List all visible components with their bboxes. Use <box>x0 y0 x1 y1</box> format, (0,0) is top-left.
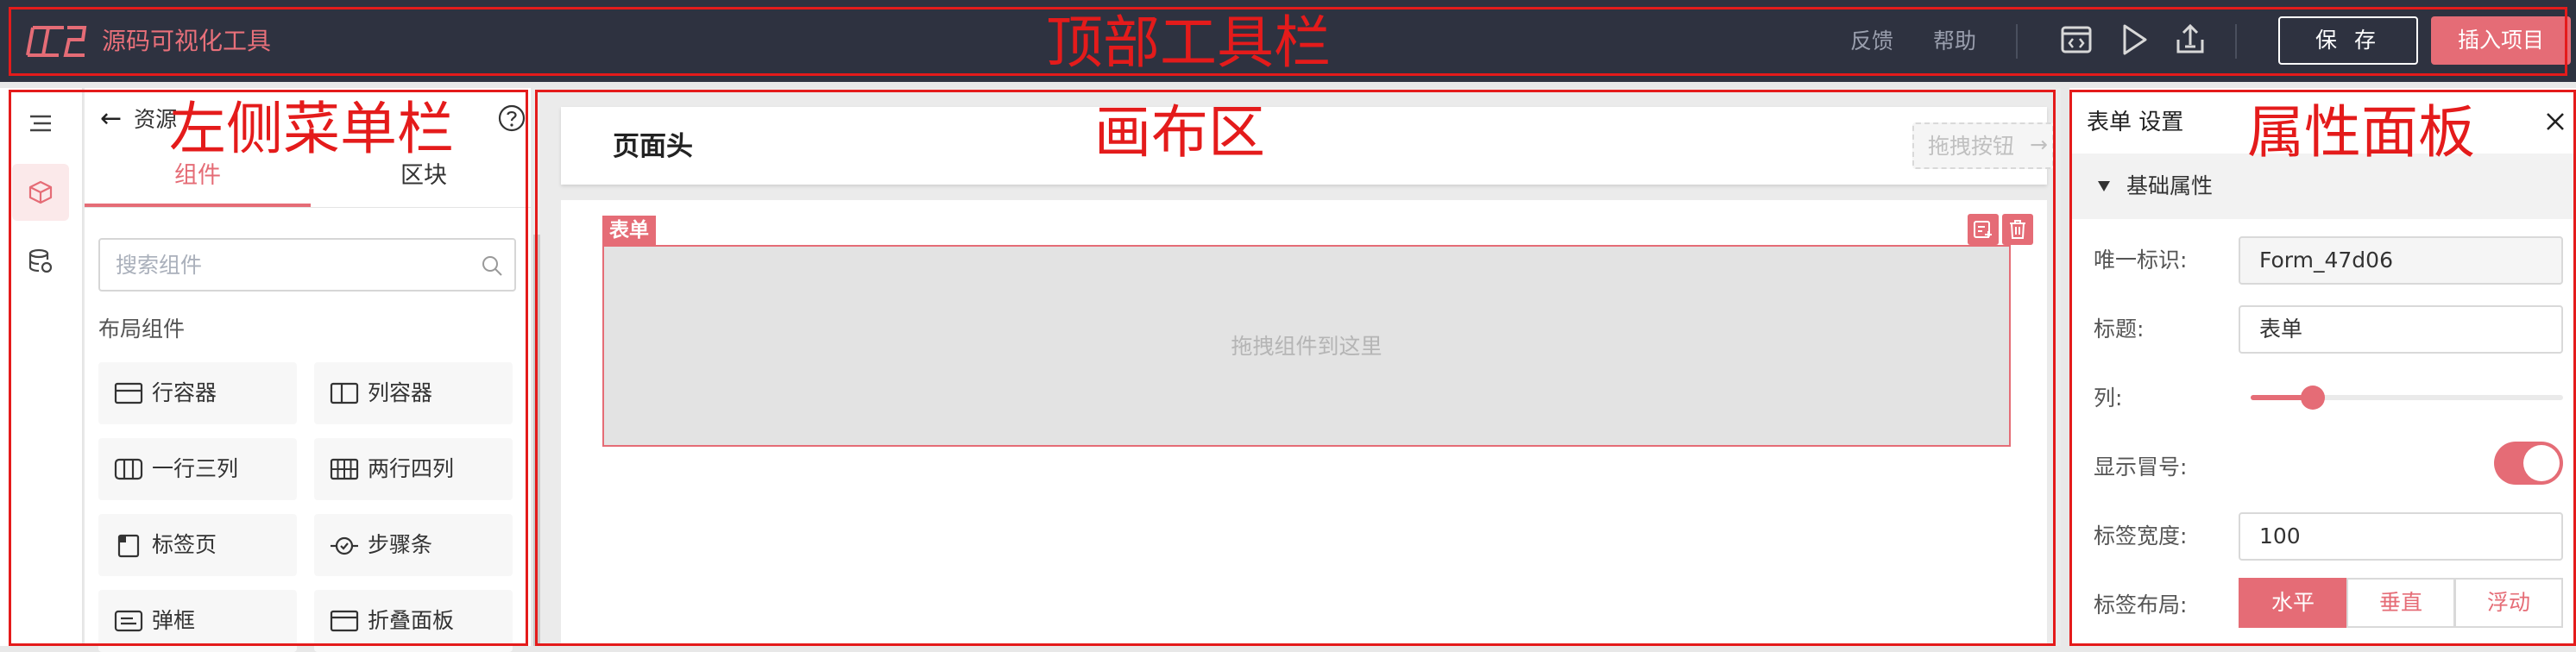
row-container-icon <box>114 382 143 404</box>
colon-toggle[interactable] <box>2494 442 2563 485</box>
tab-divider <box>85 207 531 208</box>
component-column-container[interactable]: 列容器 <box>314 362 513 424</box>
drop-hint: 拖拽组件到这里 <box>1231 334 1382 359</box>
component-row-container[interactable]: 行容器 <box>98 362 297 424</box>
insert-project-button[interactable]: 插入项目 <box>2431 16 2571 65</box>
icon-rail <box>0 88 83 646</box>
component-label: 两行四列 <box>368 456 455 481</box>
dialog-icon <box>114 610 143 632</box>
columns-label: 列: <box>2094 386 2123 411</box>
component-label: 标签页 <box>152 532 217 557</box>
database-icon <box>28 248 53 273</box>
back-arrow-icon[interactable]: ← <box>100 103 122 134</box>
component-label: 行容器 <box>152 380 217 405</box>
code-icon[interactable] <box>2057 21 2095 59</box>
slider-handle[interactable] <box>2301 386 2326 410</box>
id-label: 唯一标识: <box>2094 248 2188 273</box>
toggle-knob <box>2523 445 2560 481</box>
component-label: 弹框 <box>152 608 196 633</box>
menu-toggle[interactable] <box>12 95 69 152</box>
tabs-icon <box>117 534 140 558</box>
page-header-block[interactable]: 页面头 拖拽按钮 → <box>561 107 2054 185</box>
trash-icon <box>2010 220 2025 239</box>
canvas-area: 页面头 拖拽按钮 → 表单 拖拽组件到这里 <box>533 88 2061 646</box>
grid-icon <box>330 458 359 480</box>
collapse-icon <box>330 610 359 632</box>
property-panel: 表单 设置 基础属性 唯一标识: Form_47d06 标题: 表单 列: 显示… <box>2069 88 2576 646</box>
columns-slider[interactable] <box>2251 386 2563 410</box>
id-field[interactable]: Form_47d06 <box>2239 236 2563 285</box>
colon-label: 显示冒号: <box>2094 455 2188 480</box>
page-body: 表单 拖拽组件到这里 <box>561 200 2047 646</box>
component-label: 列容器 <box>368 380 433 405</box>
drag-button-placeholder[interactable]: 拖拽按钮 → <box>1912 122 2054 169</box>
page-header-title: 页面头 <box>613 131 693 162</box>
component-three-columns[interactable]: 一行三列 <box>98 438 297 500</box>
menu-icon <box>30 115 51 132</box>
search-placeholder: 搜索组件 <box>116 253 203 278</box>
property-panel-title: 表单 设置 <box>2087 110 2184 135</box>
component-collapse[interactable]: 折叠面板 <box>314 590 513 652</box>
rail-components[interactable] <box>12 164 69 221</box>
delete-button[interactable] <box>2002 214 2033 245</box>
layout-vertical[interactable]: 垂直 <box>2346 578 2455 628</box>
component-label: 一行三列 <box>152 456 239 481</box>
search-icon <box>482 256 502 276</box>
app-title: 源码可视化工具 <box>102 27 272 55</box>
component-label: 折叠面板 <box>368 608 455 633</box>
component-label: 步骤条 <box>368 532 433 557</box>
add-item-button[interactable] <box>1968 214 1999 245</box>
cube-icon <box>28 180 53 204</box>
add-form-item-icon <box>1974 221 1992 238</box>
title-field[interactable]: 表单 <box>2239 305 2563 354</box>
layout-horizontal[interactable]: 水平 <box>2239 578 2347 628</box>
form-drop-zone[interactable]: 拖拽组件到这里 <box>602 245 2011 447</box>
annotation-canvas-label: 画布区 <box>1094 99 1265 166</box>
help-icon[interactable] <box>496 103 527 134</box>
title-label: 标题: <box>2094 317 2145 342</box>
steps-icon <box>331 536 358 555</box>
rail-datasource[interactable] <box>12 233 69 290</box>
logo-icon <box>26 26 87 57</box>
three-columns-icon <box>114 458 143 480</box>
help-link[interactable]: 帮助 <box>1933 26 1976 57</box>
caret-down-icon <box>2098 181 2110 191</box>
component-dialog[interactable]: 弹框 <box>98 590 297 652</box>
export-icon[interactable] <box>2171 21 2209 59</box>
component-grid[interactable]: 两行四列 <box>314 438 513 500</box>
label-width-label: 标签宽度: <box>2094 523 2188 549</box>
divider <box>2235 24 2237 59</box>
left-panel: ← 资源 组件 区块 搜索组件 布局组件 行容器 列容器 一行三列 两行四列 标… <box>85 88 531 652</box>
feedback-link[interactable]: 反馈 <box>1850 26 1893 57</box>
form-tag[interactable]: 表单 <box>602 216 656 245</box>
component-steps[interactable]: 步骤条 <box>314 514 513 576</box>
annotation-left-menu-label: 左侧菜单栏 <box>169 96 454 162</box>
column-container-icon <box>330 382 359 404</box>
section-title: 布局组件 <box>98 317 186 342</box>
label-width-field[interactable]: 100 <box>2239 512 2563 561</box>
divider <box>2016 24 2018 59</box>
section-label: 基础属性 <box>2126 173 2214 198</box>
label-layout-label: 标签布局: <box>2094 592 2188 618</box>
drag-button-label: 拖拽按钮 <box>1928 134 2015 159</box>
component-tabs[interactable]: 标签页 <box>98 514 297 576</box>
search-input[interactable]: 搜索组件 <box>98 238 516 292</box>
save-button[interactable]: 保 存 <box>2278 16 2418 65</box>
layout-float[interactable]: 浮动 <box>2454 578 2563 628</box>
panel-header[interactable]: ← 资源 <box>100 103 177 135</box>
play-icon[interactable] <box>2114 21 2152 59</box>
close-icon[interactable] <box>2544 110 2567 133</box>
annotation-topbar-label: 顶部工具栏 <box>1046 9 1331 76</box>
canvas-scrollbar[interactable] <box>533 235 540 646</box>
arrow-right-icon: → <box>2030 132 2048 157</box>
annotation-props-label: 属性面板 <box>2247 99 2475 166</box>
